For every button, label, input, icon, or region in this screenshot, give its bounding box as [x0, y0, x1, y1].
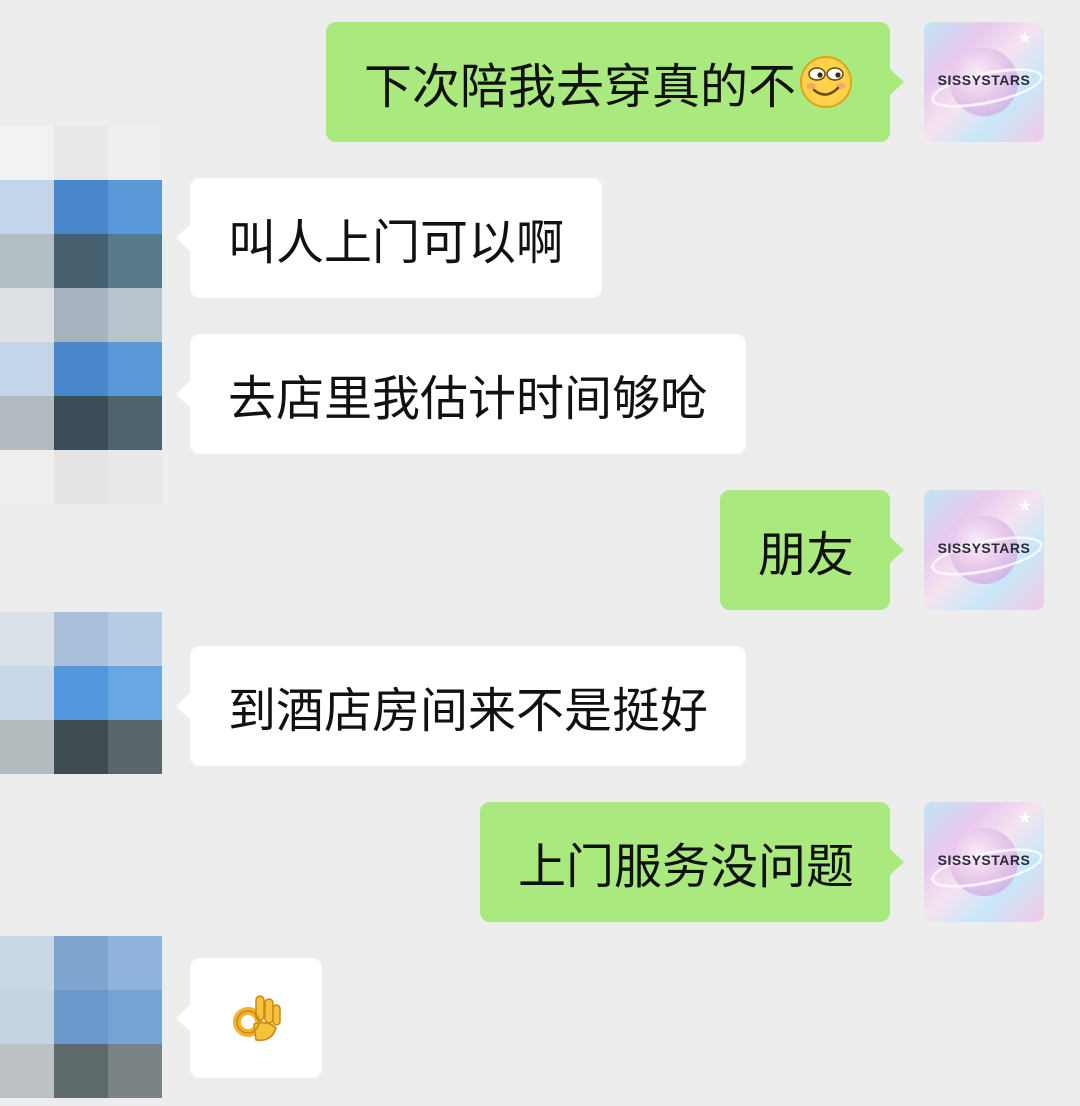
- message-row: [0, 958, 1080, 1078]
- star-icon: ★: [1017, 28, 1032, 47]
- avatar-logo-text: SISSYSTARS: [937, 852, 1031, 868]
- message-text: 去店里我估计时间够呛: [228, 371, 709, 427]
- message-bubble-received[interactable]: 叫人上门可以啊: [175, 178, 603, 298]
- ok-hand-emoji-icon: [233, 995, 281, 1041]
- message-bubble-received[interactable]: 去店里我估计时间够呛: [175, 334, 747, 454]
- avatar-logo-text: SISSYSTARS: [937, 72, 1031, 88]
- smirk-emoji-icon: [800, 56, 852, 108]
- message-bubble-received[interactable]: [176, 958, 322, 1078]
- message-text: 到酒店房间来不是挺好: [228, 683, 709, 739]
- self-avatar[interactable]: ★ SISSYSTARS: [924, 490, 1044, 610]
- self-avatar[interactable]: ★ SISSYSTARS: [924, 802, 1044, 922]
- star-icon: ★: [1017, 808, 1032, 827]
- message-text: 上门服务没问题: [517, 839, 854, 895]
- message-row: 到酒店房间来不是挺好: [0, 646, 1080, 766]
- message-bubble-sent[interactable]: 下次陪我去穿真的不: [325, 22, 905, 142]
- message-row: 下次陪我去穿真的不 ★ SISSYSTARS: [0, 22, 1080, 142]
- message-bubble-sent[interactable]: 朋友: [719, 490, 905, 610]
- message-text: 叫人上门可以啊: [228, 215, 565, 271]
- message-row: 上门服务没问题 ★ SISSYSTARS: [0, 802, 1080, 922]
- message-bubble-sent[interactable]: 上门服务没问题: [479, 802, 905, 922]
- message-row: 叫人上门可以啊: [0, 178, 1080, 298]
- message-bubble-received[interactable]: 到酒店房间来不是挺好: [175, 646, 747, 766]
- self-avatar[interactable]: ★ SISSYSTARS: [924, 22, 1044, 142]
- star-icon: ★: [1017, 496, 1032, 515]
- message-text: 朋友: [757, 527, 854, 583]
- message-text: 下次陪我去穿真的不: [363, 59, 796, 115]
- message-row: 去店里我估计时间够呛: [0, 334, 1080, 454]
- avatar-logo-text: SISSYSTARS: [937, 540, 1031, 556]
- message-row: 朋友 ★ SISSYSTARS: [0, 490, 1080, 610]
